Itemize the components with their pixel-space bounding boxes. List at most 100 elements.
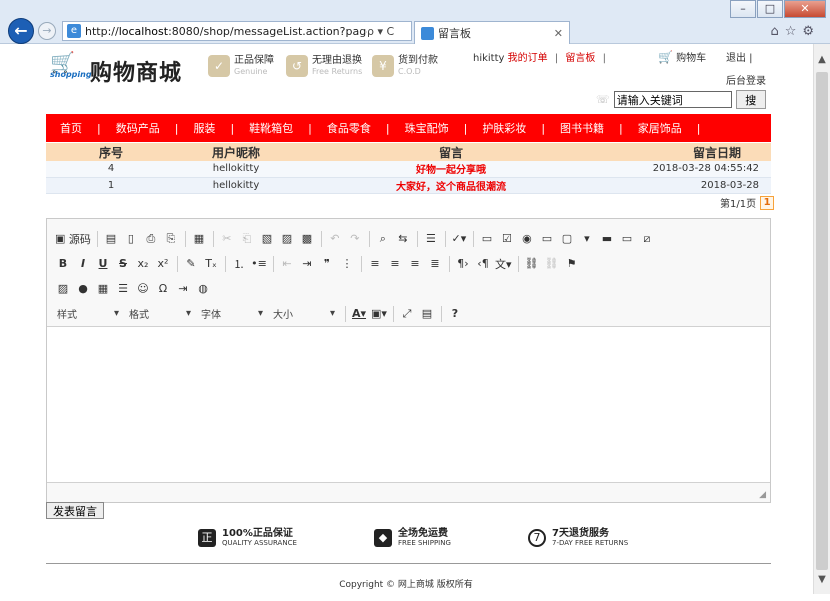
page-1-link[interactable]: 1: [760, 195, 775, 210]
undo-icon[interactable]: ↶: [327, 230, 343, 248]
horizontal-rule-icon[interactable]: ☰: [115, 280, 131, 298]
smiley-icon[interactable]: ☺: [135, 280, 151, 298]
vertical-scrollbar[interactable]: ▲ ▼: [813, 44, 830, 594]
select-all-icon[interactable]: ☰: [423, 230, 439, 248]
cart-link[interactable]: 🛒 购物车: [658, 49, 706, 64]
my-orders-link[interactable]: 我的订单: [508, 53, 548, 64]
editor-content-area[interactable]: [47, 327, 770, 482]
table-icon[interactable]: ▦: [95, 280, 111, 298]
nav-item-jewelry[interactable]: 珠宝配饰: [405, 120, 449, 136]
cut-icon[interactable]: ✂: [219, 230, 235, 248]
nav-item-books[interactable]: 图书书籍: [560, 120, 604, 136]
hidden-field-icon[interactable]: ⧄: [639, 230, 655, 248]
format-dropdown[interactable]: 格式 ▾: [127, 305, 193, 323]
div-container-icon[interactable]: ⋮: [339, 255, 355, 273]
close-window-button[interactable]: ✕: [784, 0, 826, 18]
replace-icon[interactable]: ⇆: [395, 230, 411, 248]
styles-dropdown[interactable]: 样式 ▾: [55, 305, 121, 323]
nav-item-shoes-bags[interactable]: 鞋靴箱包: [249, 120, 293, 136]
font-dropdown[interactable]: 字体 ▾: [199, 305, 265, 323]
nav-item-home-decor[interactable]: 家居饰品: [638, 120, 682, 136]
paste-text-icon[interactable]: ▨: [279, 230, 295, 248]
link-icon[interactable]: ⛓: [524, 255, 540, 273]
guestbook-link[interactable]: 留言板: [565, 53, 595, 64]
nav-item-digital[interactable]: 数码产品: [116, 120, 160, 136]
show-blocks-icon[interactable]: ▤: [419, 305, 435, 323]
templates-icon[interactable]: ▦: [191, 230, 207, 248]
back-button[interactable]: ←: [8, 18, 34, 44]
new-page-icon[interactable]: ▯: [123, 230, 139, 248]
submit-message-button[interactable]: 发表留言: [46, 502, 104, 519]
special-char-icon[interactable]: Ω: [155, 280, 171, 298]
select-icon[interactable]: ▾: [579, 230, 595, 248]
text-color-icon[interactable]: A▾: [351, 305, 367, 323]
bold-icon[interactable]: B: [55, 255, 71, 273]
preview-icon[interactable]: ⎙: [143, 230, 159, 248]
address-tools[interactable]: ρ ▾ C: [367, 25, 411, 38]
unlink-icon[interactable]: ⛓: [544, 255, 560, 273]
anchor-icon[interactable]: ⚑: [564, 255, 580, 273]
nav-item-food[interactable]: 食品零食: [327, 120, 371, 136]
nav-item-cosmetics[interactable]: 护肤彩妆: [482, 120, 526, 136]
align-right-icon[interactable]: ≡: [407, 255, 423, 273]
textarea-icon[interactable]: ▢: [559, 230, 575, 248]
copy-format-icon[interactable]: ✎: [183, 255, 199, 273]
maximize-button[interactable]: □: [757, 0, 783, 18]
language-icon[interactable]: 文▾: [495, 255, 512, 273]
spellcheck-icon[interactable]: ✓▾: [451, 230, 467, 248]
admin-login-link[interactable]: 后台登录: [726, 72, 766, 87]
resize-grip-icon[interactable]: ◢: [759, 490, 766, 500]
search-input[interactable]: [613, 91, 732, 108]
flash-icon[interactable]: ●: [75, 280, 91, 298]
address-bar[interactable]: e http://localhost:8080/shop/messageList…: [62, 21, 412, 41]
help-icon[interactable]: ?: [447, 305, 463, 323]
subscript-icon[interactable]: x₂: [135, 255, 151, 273]
print-icon[interactable]: ⎘: [163, 230, 179, 248]
align-center-icon[interactable]: ≡: [387, 255, 403, 273]
underline-icon[interactable]: U: [95, 255, 111, 273]
iframe-icon[interactable]: ◍: [195, 280, 211, 298]
scroll-down-icon[interactable]: ▼: [814, 572, 830, 588]
remove-format-icon[interactable]: Tₓ: [203, 255, 219, 273]
minimize-button[interactable]: –: [730, 0, 756, 18]
superscript-icon[interactable]: x²: [155, 255, 171, 273]
forward-button[interactable]: →: [38, 22, 56, 40]
browser-tab[interactable]: 留言板 ✕: [414, 21, 570, 44]
justify-icon[interactable]: ≣: [427, 255, 443, 273]
outdent-icon[interactable]: ⇤: [279, 255, 295, 273]
tab-close-icon[interactable]: ✕: [554, 27, 563, 40]
textfield-icon[interactable]: ▭: [539, 230, 555, 248]
size-dropdown[interactable]: 大小 ▾: [271, 305, 337, 323]
nav-item-clothing[interactable]: 服装: [193, 120, 215, 136]
scroll-thumb[interactable]: [816, 72, 828, 570]
page-break-icon[interactable]: ⇥: [175, 280, 191, 298]
numbered-list-icon[interactable]: ⒈: [231, 255, 247, 273]
nav-item-home[interactable]: 首页: [60, 120, 82, 136]
radio-icon[interactable]: ◉: [519, 230, 535, 248]
align-left-icon[interactable]: ≡: [367, 255, 383, 273]
indent-icon[interactable]: ⇥: [299, 255, 315, 273]
redo-icon[interactable]: ↷: [347, 230, 363, 248]
search-button[interactable]: 搜: [735, 90, 766, 109]
image-icon[interactable]: ▨: [55, 280, 71, 298]
checkbox-icon[interactable]: ☑: [499, 230, 515, 248]
browser-tools[interactable]: ⌂☆⚙: [770, 24, 820, 39]
button-icon[interactable]: ▬: [599, 230, 615, 248]
paste-icon[interactable]: ▧: [259, 230, 275, 248]
scroll-up-icon[interactable]: ▲: [814, 52, 830, 68]
blockquote-icon[interactable]: ❞: [319, 255, 335, 273]
italic-icon[interactable]: I: [75, 255, 91, 273]
save-icon[interactable]: ▤: [103, 230, 119, 248]
ltr-icon[interactable]: ¶›: [455, 255, 471, 273]
bulleted-list-icon[interactable]: •≡: [251, 255, 267, 273]
find-icon[interactable]: ⌕: [375, 230, 391, 248]
copy-icon[interactable]: ⎗: [239, 230, 255, 248]
logo[interactable]: 🛒 shopping: [50, 52, 92, 86]
strike-icon[interactable]: S: [115, 255, 131, 273]
image-button-icon[interactable]: ▭: [619, 230, 635, 248]
paste-word-icon[interactable]: ▩: [299, 230, 315, 248]
rtl-icon[interactable]: ‹¶: [475, 255, 491, 273]
source-button[interactable]: ▣ 源码: [55, 230, 91, 248]
maximize-icon[interactable]: ⤢: [399, 305, 415, 323]
logout-link[interactable]: 退出 |: [726, 49, 753, 64]
